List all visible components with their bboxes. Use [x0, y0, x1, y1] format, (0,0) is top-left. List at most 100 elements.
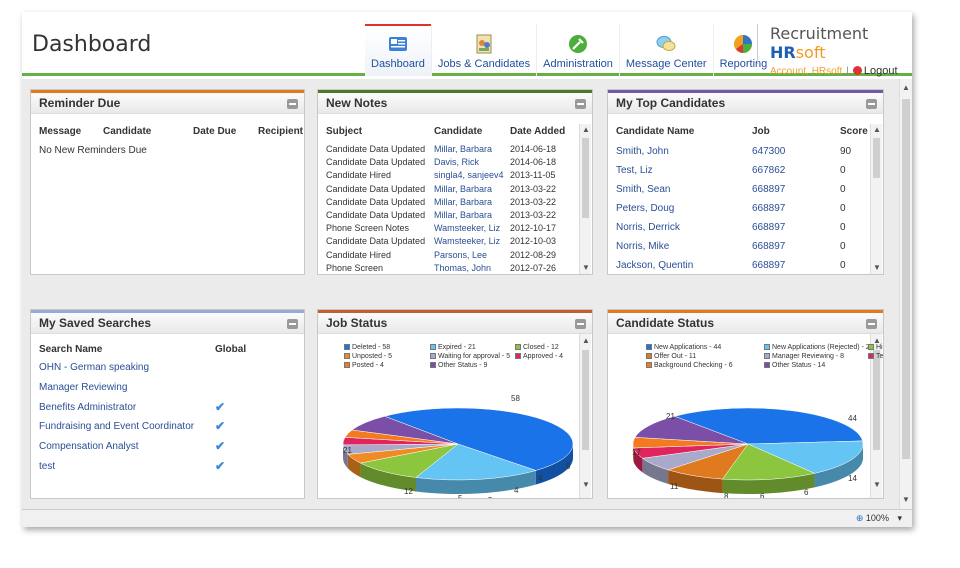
column-header[interactable]: Job	[752, 126, 770, 137]
scroll-up-icon[interactable]: ▲	[872, 125, 882, 135]
column-header[interactable]: Date Added	[510, 126, 565, 137]
widget-title: Reminder Due	[39, 96, 121, 110]
column-header[interactable]: Candidate	[103, 126, 151, 137]
scroll-down-icon[interactable]: ▼	[872, 480, 882, 490]
note-candidate-link[interactable]: Millar, Barbara	[434, 144, 492, 154]
pie-value-label: 4	[538, 474, 543, 483]
note-candidate-link[interactable]: Millar, Barbara	[434, 210, 492, 220]
saved-search-link[interactable]: Compensation Analyst	[39, 441, 139, 452]
job-link[interactable]: 668897	[752, 241, 785, 252]
legend-entry[interactable]: New Applications (Rejected) - 21	[764, 344, 874, 351]
saved-search-link[interactable]: Fundraising and Event Coordinator	[39, 421, 194, 432]
nav-administration[interactable]: Administration	[536, 24, 619, 76]
legend-entry[interactable]: New Applications - 44	[646, 344, 721, 351]
legend-entry[interactable]: Other Status - 9	[430, 362, 487, 369]
minimize-icon[interactable]	[866, 99, 877, 109]
legend-entry[interactable]: Unposted - 5	[344, 353, 392, 360]
candidate-link[interactable]: Test, Liz	[616, 165, 653, 176]
candidate-link[interactable]: Jackson, Quentin	[616, 260, 693, 271]
saved-search-link[interactable]: Manager Reviewing	[39, 382, 127, 393]
legend-entry[interactable]: Manager Reviewing - 8	[764, 353, 844, 360]
widget-header: My Top Candidates	[608, 90, 883, 114]
scroll-thumb[interactable]	[582, 138, 589, 218]
scroll-up-icon[interactable]: ▲	[901, 83, 911, 93]
scroll-thumb[interactable]	[582, 350, 589, 450]
candidate-link[interactable]: Smith, Sean	[616, 184, 670, 195]
legend-entry[interactable]: Other Status - 14	[764, 362, 825, 369]
column-header[interactable]: Search Name	[39, 344, 102, 355]
candidate-link[interactable]: Norris, Mike	[616, 241, 669, 252]
legend-label: New Applications (Rejected) - 21	[772, 344, 874, 351]
candidates-scrollbar[interactable]: ▲ ▼	[870, 124, 882, 274]
minimize-icon[interactable]	[866, 319, 877, 329]
candidate-link[interactable]: Peters, Doug	[616, 203, 674, 214]
note-candidate-link[interactable]: Davis, Rick	[434, 157, 479, 167]
nav-dashboard[interactable]: Dashboard	[365, 24, 431, 76]
candidate-link[interactable]: Smith, John	[616, 146, 669, 157]
nav-message-center[interactable]: Message Center	[618, 24, 713, 76]
job-link[interactable]: 667862	[752, 165, 785, 176]
column-header[interactable]: Recipient	[258, 126, 303, 137]
candidate-link[interactable]: Norris, Derrick	[616, 222, 680, 233]
page-scrollbar[interactable]: ▲ ▼	[899, 79, 912, 509]
note-candidate-link[interactable]: Millar, Barbara	[434, 197, 492, 207]
scroll-up-icon[interactable]: ▲	[581, 336, 591, 346]
job-link[interactable]: 647300	[752, 146, 785, 157]
logout-link[interactable]: Logout	[852, 65, 898, 77]
account-link[interactable]: Account, HRsoft	[770, 66, 842, 77]
note-candidate-link[interactable]: Thomas, John	[434, 263, 491, 273]
note-cell: Candidate Data Updated	[326, 210, 426, 220]
column-header[interactable]: Candidate Name	[616, 126, 694, 137]
note-candidate-link[interactable]: Wamsteeker, Liz	[434, 236, 500, 246]
legend-entry[interactable]: Approved - 4	[515, 353, 563, 360]
scroll-down-icon[interactable]: ▼	[581, 263, 591, 273]
job-link[interactable]: 668897	[752, 222, 785, 233]
scroll-thumb[interactable]	[873, 350, 880, 450]
scroll-down-icon[interactable]: ▼	[581, 480, 591, 490]
note-candidate-link[interactable]: Wamsteeker, Liz	[434, 223, 500, 233]
scroll-down-icon[interactable]: ▼	[901, 495, 911, 505]
column-header[interactable]: Candidate	[434, 126, 482, 137]
legend-entry[interactable]: Background Checking - 6	[646, 362, 733, 369]
legend-entry[interactable]: Hired - 17	[868, 344, 883, 351]
note-candidate-link[interactable]: singla4, sanjeev4	[434, 170, 504, 180]
score-cell: 0	[840, 203, 846, 214]
minimize-icon[interactable]	[575, 99, 586, 109]
legend-entry[interactable]: Deleted - 58	[344, 344, 390, 351]
legend-entry[interactable]: Waiting for approval - 5	[430, 353, 510, 360]
column-header[interactable]: Message	[39, 126, 81, 137]
minimize-icon[interactable]	[287, 319, 298, 329]
pie-value-label: 17	[632, 448, 641, 457]
scroll-thumb[interactable]	[902, 99, 910, 459]
minimize-icon[interactable]	[575, 319, 586, 329]
note-cell: 2014-06-18	[510, 144, 557, 154]
job-link[interactable]: 668897	[752, 203, 785, 214]
column-header[interactable]: Score	[840, 126, 868, 137]
legend-entry[interactable]: Closed - 12	[515, 344, 559, 351]
saved-search-link[interactable]: test	[39, 461, 55, 472]
note-candidate-link[interactable]: Parsons, Lee	[434, 250, 487, 260]
saved-search-link[interactable]: OHN - German speaking	[39, 362, 149, 373]
legend-swatch	[515, 353, 521, 359]
scroll-down-icon[interactable]: ▼	[872, 263, 882, 273]
saved-search-link[interactable]: Benefits Administrator	[39, 402, 136, 413]
job-link[interactable]: 668897	[752, 184, 785, 195]
notes-scrollbar[interactable]: ▲ ▼	[579, 124, 591, 274]
legend-entry[interactable]: Testing - 6	[868, 353, 883, 360]
scroll-up-icon[interactable]: ▲	[581, 125, 591, 135]
widget-title: New Notes	[326, 96, 388, 110]
column-header[interactable]: Global	[215, 344, 246, 355]
job-link[interactable]: 668897	[752, 260, 785, 271]
column-header[interactable]: Subject	[326, 126, 362, 137]
legend-entry[interactable]: Posted - 4	[344, 362, 384, 369]
nav-jobs-candidates[interactable]: Jobs & Candidates	[430, 24, 536, 76]
scroll-thumb[interactable]	[873, 138, 880, 178]
note-candidate-link[interactable]: Millar, Barbara	[434, 184, 492, 194]
widget-body: Search Name Global OHN - German speaking…	[31, 334, 304, 498]
job-status-scrollbar[interactable]: ▲ ▼	[579, 334, 591, 498]
minimize-icon[interactable]	[287, 99, 298, 109]
legend-entry[interactable]: Offer Out - 11	[646, 353, 696, 360]
legend-entry[interactable]: Expired - 21	[430, 344, 476, 351]
zoom-control[interactable]: ⊕ 100% ▾	[856, 513, 902, 524]
column-header[interactable]: Date Due	[193, 126, 236, 137]
